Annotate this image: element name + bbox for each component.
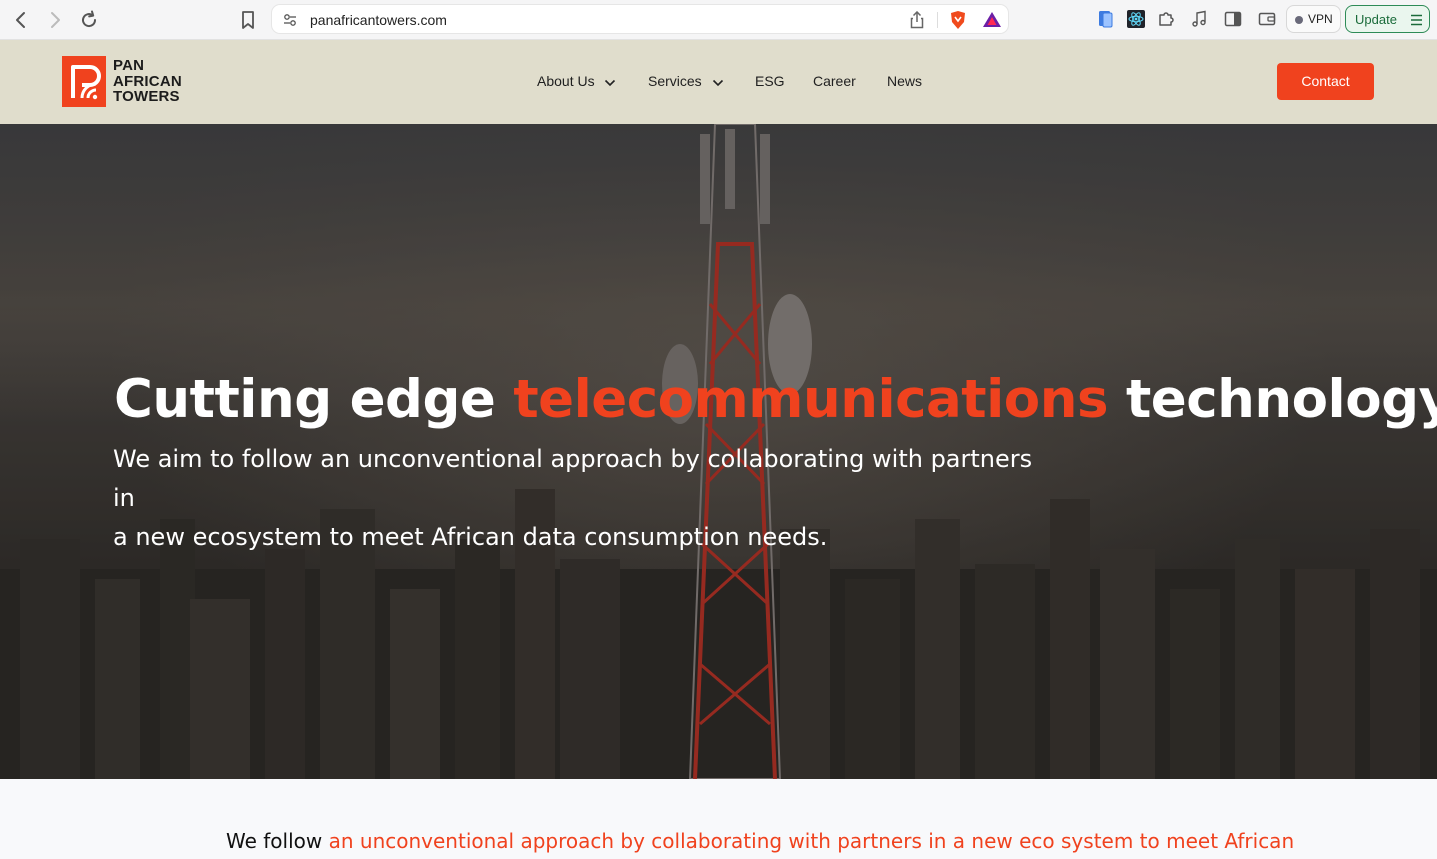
update-button[interactable]: Update bbox=[1345, 5, 1430, 33]
nav-item-career[interactable]: Career bbox=[813, 73, 856, 89]
forward-arrow-icon[interactable] bbox=[43, 8, 67, 32]
nav-label-about-us: About Us bbox=[537, 73, 595, 89]
url-text[interactable]: panafricantowers.com bbox=[310, 12, 447, 28]
logo-line-towers: TOWERS bbox=[113, 88, 180, 105]
intro-prefix: We follow bbox=[226, 829, 329, 853]
wallet-icon[interactable] bbox=[1258, 10, 1276, 28]
hero-title-start: Cutting edge bbox=[114, 369, 514, 430]
logo-line-african: AFRICAN bbox=[113, 72, 182, 90]
nav-label-news: News bbox=[887, 73, 923, 89]
sidebar-icon[interactable] bbox=[1224, 10, 1242, 28]
site-header: PAN AFRICAN TOWERS About Us Services ESG… bbox=[0, 40, 1437, 124]
chevron-down-icon bbox=[712, 74, 724, 90]
brave-shields-icon[interactable] bbox=[949, 10, 967, 30]
extensions-puzzle-icon[interactable] bbox=[1157, 10, 1175, 28]
reload-icon[interactable] bbox=[77, 8, 101, 32]
hero-title-highlight: telecommunications bbox=[513, 369, 1108, 430]
music-icon[interactable] bbox=[1190, 10, 1208, 28]
bookmark-icon[interactable] bbox=[236, 8, 260, 32]
contact-button[interactable]: Contact bbox=[1277, 63, 1374, 100]
intro-text: We follow an unconventional approach by … bbox=[226, 829, 1294, 853]
hero-section: Cutting edge telecommunications technolo… bbox=[0, 124, 1437, 779]
vpn-button[interactable]: VPN bbox=[1286, 5, 1341, 33]
brave-rewards-icon[interactable] bbox=[982, 11, 1002, 28]
nav-label-services: Services bbox=[648, 73, 702, 89]
site-settings-icon[interactable] bbox=[283, 13, 297, 27]
nav-item-about-us[interactable]: About Us bbox=[537, 73, 616, 90]
back-arrow-icon[interactable] bbox=[9, 8, 33, 32]
hero-title-end: technology. bbox=[1108, 369, 1437, 430]
chevron-down-icon bbox=[604, 74, 616, 90]
logo-text[interactable]: PAN AFRICAN TOWERS bbox=[113, 58, 182, 105]
share-icon[interactable] bbox=[909, 11, 925, 29]
menu-icon bbox=[1410, 14, 1423, 26]
nav-item-esg[interactable]: ESG bbox=[755, 73, 785, 89]
vpn-status-dot bbox=[1295, 16, 1303, 24]
intro-highlight: an unconventional approach by collaborat… bbox=[328, 829, 1295, 853]
logo-line-pan: PAN bbox=[113, 57, 145, 74]
vpn-label: VPN bbox=[1308, 12, 1333, 26]
hero-title: Cutting edge telecommunications technolo… bbox=[114, 369, 1437, 430]
update-label: Update bbox=[1355, 12, 1397, 27]
logo-icon[interactable] bbox=[62, 56, 106, 107]
nav-item-news[interactable]: News bbox=[887, 73, 922, 89]
hero-subtitle-line1: We aim to follow an unconventional appro… bbox=[113, 445, 1033, 512]
wallet-extension-icon[interactable] bbox=[1097, 10, 1115, 28]
divider bbox=[937, 12, 938, 28]
nav-label-esg: ESG bbox=[755, 73, 785, 89]
nav-label-career: Career bbox=[813, 73, 856, 89]
hero-subtitle-line2: a new ecosystem to meet African data con… bbox=[113, 523, 828, 551]
browser-toolbar: panafricantowers.com VPN Update bbox=[0, 0, 1437, 40]
address-bar[interactable]: panafricantowers.com bbox=[271, 4, 1009, 34]
react-devtools-icon[interactable] bbox=[1127, 10, 1145, 28]
hero-subtitle: We aim to follow an unconventional appro… bbox=[113, 440, 1043, 557]
nav-item-services[interactable]: Services bbox=[648, 73, 724, 90]
